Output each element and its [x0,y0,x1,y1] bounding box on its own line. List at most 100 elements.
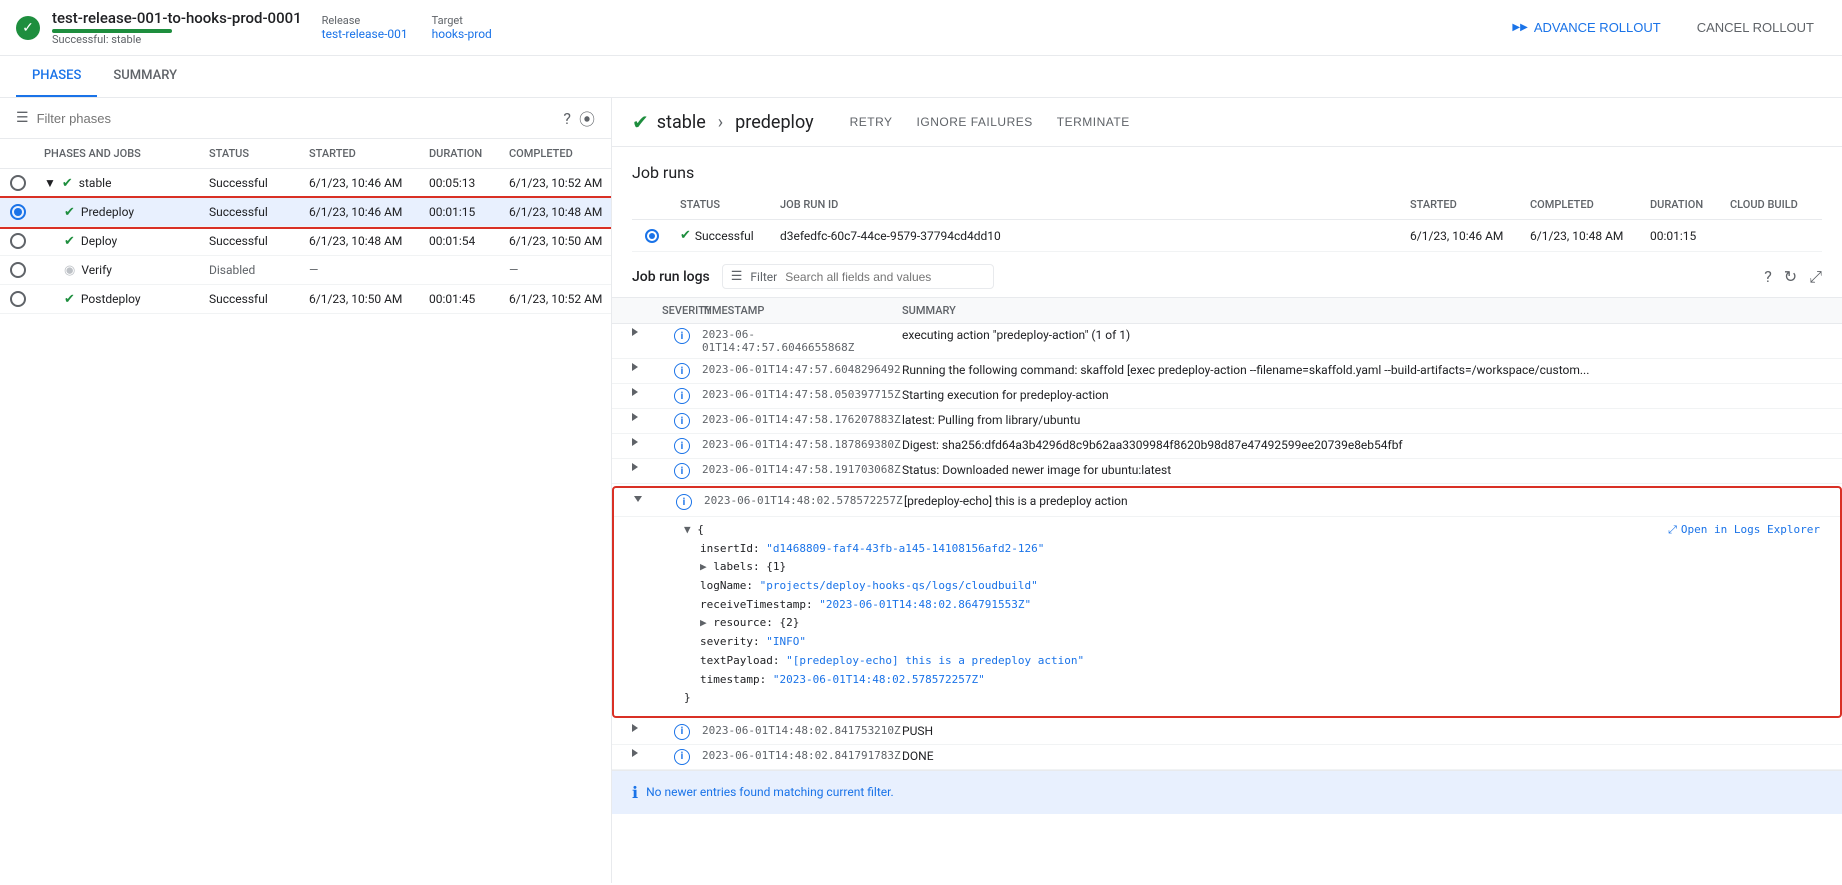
release-meta: Release test-release-001 Target hooks-pr… [322,14,492,41]
radio-cell [0,175,36,191]
expanded-log-block: i 2023-06-01T14:48:02.578572257Z [predep… [612,486,1842,718]
log-table-header: SEVERITY TIMESTAMP SUMMARY [612,298,1842,324]
expand-sub-icon: ▼ [684,523,691,536]
radio-empty [10,175,26,191]
th-radio [0,147,36,160]
log-timestamp: 2023-06-01T14:48:02.578572257Z [704,494,904,507]
success-check-icon: ✔ [64,292,75,307]
tab-summary[interactable]: SUMMARY [97,56,193,97]
table-row[interactable]: ◉ Verify Disabled — — [0,256,611,285]
radio-inner-dot [14,208,22,216]
log-expand-btn[interactable] [634,494,664,505]
log-detail-field: ▶ labels: {1} [684,558,1820,577]
log-actions: ? ↻ ⤢ [1764,267,1822,287]
open-logs-label[interactable]: ⤢ Open in Logs Explorer [1668,521,1820,540]
log-expand-btn[interactable] [632,438,662,449]
log-summary: [predeploy-echo] this is a predeploy act… [904,494,1820,508]
success-check-icon: ✔ [64,205,75,220]
phase-name-cell: ✔ Predeploy [56,205,201,220]
tab-phases[interactable]: PHASES [16,56,97,97]
started-cell: 6/1/23, 10:46 AM [301,176,421,190]
info-icon: i [676,494,692,510]
release-info: test-release-001-to-hooks-prod-0001 Succ… [52,9,302,46]
th-duration: Duration [421,147,501,160]
job-row[interactable]: ✔ Successful d3efedfc-60c7-44ce-9579-377… [632,220,1822,252]
log-row: i 2023-06-01T14:47:58.187869380Z Digest:… [612,434,1842,459]
status-cell: Successful [201,292,301,306]
columns-icon[interactable]: ⦿ [579,106,595,130]
target-link[interactable]: hooks-prod [432,27,492,41]
phase-name: ◉ Verify [64,263,193,278]
log-severity-cell: i [662,749,702,765]
log-severity-cell: i [662,328,702,344]
ignore-failures-button[interactable]: IGNORE FAILURES [913,111,1037,133]
phase-label: Predeploy [81,205,134,219]
success-check-icon: ✔ [62,176,73,191]
log-header: Job run logs ☰ Filter ? ↻ ⤢ [612,252,1842,298]
log-expand-btn[interactable] [632,363,662,374]
log-summary: Starting execution for predeploy-action [902,388,1822,402]
status-text: Successful: stable [52,33,302,46]
log-row-expanded: i 2023-06-01T14:48:02.578572257Z [predep… [614,488,1840,517]
retry-button[interactable]: RETRY [846,111,897,133]
filter-icon: ☰ [16,110,29,126]
table-row[interactable]: ▼ ✔ stable Successful 6/1/23, 10:46 AM 0… [0,169,611,198]
filter-input[interactable] [37,111,556,126]
completed-cell: 6/1/23, 10:50 AM [501,234,611,248]
table-row[interactable]: ✔ Predeploy Successful 6/1/23, 10:46 AM … [0,198,611,227]
table-row[interactable]: ✔ Deploy Successful 6/1/23, 10:48 AM 00:… [0,227,611,256]
phase-success-icon: ✔ [632,110,649,134]
job-status-chip: ✔ Successful [680,228,764,243]
radio-cell [0,291,36,307]
log-expand-btn[interactable] [632,388,662,399]
release-link[interactable]: test-release-001 [322,27,408,41]
log-detail-field: receiveTimestamp: "2023-06-01T14:48:02.8… [684,596,1820,615]
radio-cell [0,204,36,220]
log-detail-line: ▼ { [684,521,1820,540]
log-row: i 2023-06-01T14:48:02.841753210Z PUSH [612,720,1842,745]
phase-label: stable [79,176,112,190]
log-th-severity: SEVERITY [662,304,702,317]
log-expand-btn[interactable] [632,724,662,735]
header-left: ✓ test-release-001-to-hooks-prod-0001 Su… [16,9,492,46]
open-logs-text[interactable]: Open in Logs Explorer [1681,521,1820,540]
terminate-button[interactable]: TERMINATE [1053,111,1134,133]
jth-cloudbuild: Cloud Build [1722,198,1822,211]
phase-name-cell: ✔ Deploy [56,234,201,249]
phase-label: Deploy [81,234,117,248]
duration-cell: 00:01:15 [421,205,501,219]
log-external-icon[interactable]: ⤢ [1809,267,1822,287]
log-expand-btn[interactable] [632,413,662,424]
th-status: Status [201,147,301,160]
log-expand-btn[interactable] [632,328,662,339]
help-icon[interactable]: ? [563,109,571,128]
log-summary: Digest: sha256:dfd64a3b4296d8c9b62aa3309… [902,438,1822,452]
log-filter-label: Filter [750,270,777,284]
job-status-cell: ✔ Successful [672,228,772,243]
no-entries-text: No newer entries found matching current … [646,785,894,799]
log-refresh-icon[interactable]: ↻ [1784,267,1797,286]
field-value: "projects/deploy-hooks-qs/logs/cloudbuil… [760,579,1038,592]
log-expand-btn[interactable] [632,463,662,474]
log-search-input[interactable] [785,270,985,284]
open-in-logs-link[interactable]: ⤢ Open in Logs Explorer [1668,521,1820,540]
advance-rollout-button[interactable]: ▶▶ ADVANCE ROLLOUT [1500,14,1672,41]
cancel-rollout-button[interactable]: CANCEL ROLLOUT [1685,14,1826,41]
log-severity-cell: i [664,494,704,510]
release-title: test-release-001-to-hooks-prod-0001 [52,9,302,27]
release-label: Release [322,14,408,27]
field-value: "INFO" [766,635,806,648]
status-cell: Disabled [201,263,301,277]
phase-name-cell: ▼ ✔ stable [36,176,201,191]
started-cell: — [301,263,421,277]
phase-stable-label: stable [657,112,706,133]
completed-cell: 6/1/23, 10:48 AM [501,205,611,219]
table-row[interactable]: ✔ Postdeploy Successful 6/1/23, 10:50 AM… [0,285,611,314]
status-cell: Successful [201,176,301,190]
job-started-cell: 6/1/23, 10:46 AM [1402,229,1522,243]
log-row: i 2023-06-01T14:47:57.6046655868Z execut… [612,324,1842,359]
field-key: textPayload: [700,654,786,667]
log-expand-btn[interactable] [632,749,662,760]
breadcrumb-arrow: › [718,112,723,133]
log-help-icon[interactable]: ? [1764,267,1772,286]
